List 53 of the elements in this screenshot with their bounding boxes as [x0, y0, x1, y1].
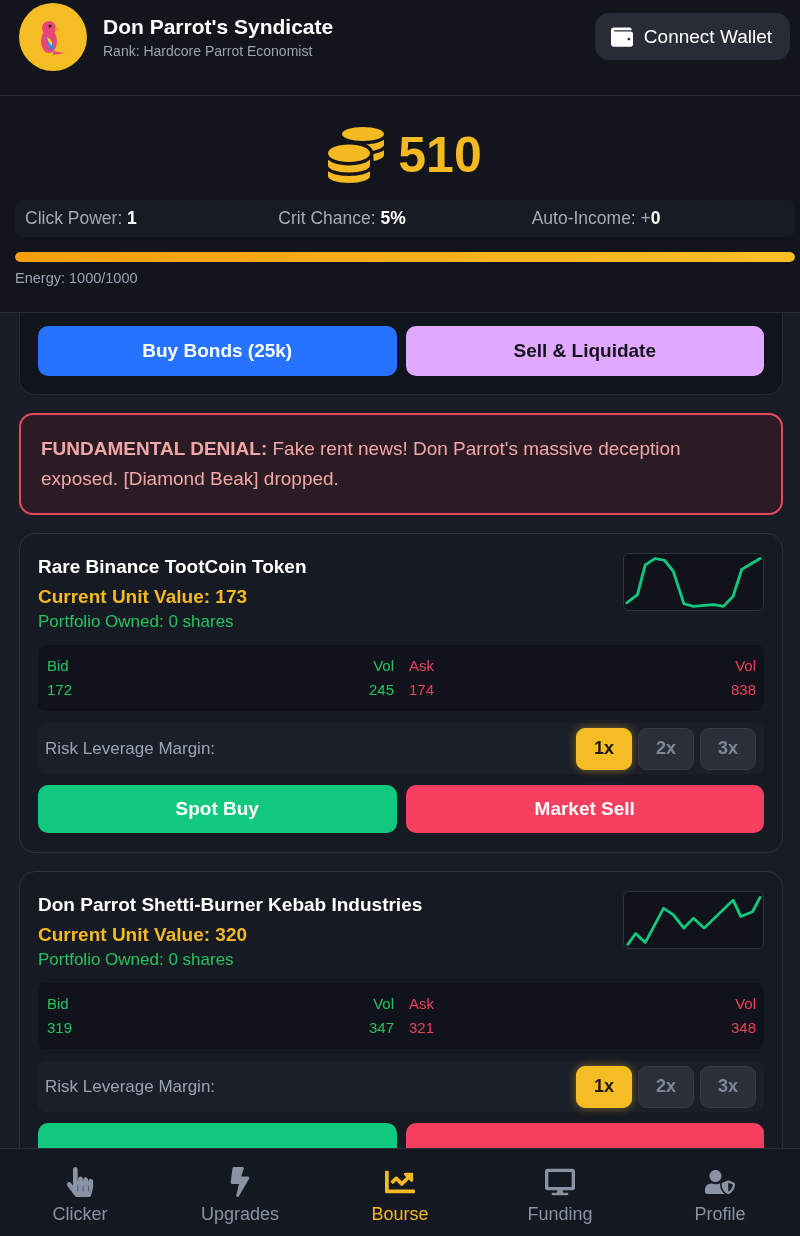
bid-volume-header: Vol — [373, 656, 394, 674]
ask-header: Ask — [409, 656, 434, 674]
bid-volume: 347 — [368, 1018, 394, 1036]
ask-header: Ask — [409, 994, 434, 1012]
ask-volume-header: Vol — [735, 994, 756, 1012]
leverage-button[interactable]: 2x — [638, 1065, 694, 1108]
stat-text: Click Power: 1 — [25, 208, 137, 228]
portfolio-owned: Portfolio Owned: 0 shares — [38, 950, 234, 970]
ask-volume: 348 — [730, 1018, 756, 1036]
leverage-button[interactable]: 2x — [638, 727, 694, 770]
alert-text: FUNDAMENTAL DENIAL: Fake rent news! Don Parrot's massive deception exposed. [Diamond Beak] dropped. — [41, 438, 681, 489]
market-sell-button[interactable]: Market Sell — [405, 785, 764, 833]
bid-price: 172 — [47, 680, 73, 698]
stock-name: Rare Binance TootCoin Token — [38, 555, 307, 579]
ask-volume: 838 — [730, 680, 756, 698]
rank-subtitle: Rank: Hardcore Parrot Economist — [103, 42, 314, 61]
nav-tab[interactable]: Upgrades — [160, 1149, 320, 1236]
portfolio-owned: Portfolio Owned: 0 shares — [38, 612, 234, 632]
leverage-button[interactable]: 3x — [700, 727, 756, 770]
wallet-icon — [610, 25, 633, 48]
user-shield-icon — [705, 1167, 735, 1197]
syndicate-title: Don Parrot's Syndicate — [103, 14, 334, 40]
connect-wallet-button[interactable]: Connect Wallet — [594, 13, 790, 60]
leverage-label: Risk Leverage Margin: — [45, 738, 216, 759]
hand-pointer-icon — [65, 1167, 95, 1197]
nav-tab[interactable]: Clicker — [0, 1149, 160, 1236]
bid-header: Bid — [47, 656, 69, 674]
ask-price: 174 — [409, 680, 435, 698]
ask-price: 321 — [409, 1018, 435, 1036]
unit-value: Current Unit Value: 320 — [38, 923, 248, 947]
leverage-label: Risk Leverage Margin: — [45, 1076, 216, 1097]
unit-value: Current Unit Value: 173 — [38, 585, 248, 609]
coins-icon — [328, 127, 385, 183]
energy-label: Energy: 1000/1000 — [15, 269, 138, 287]
parrot-avatar-icon — [19, 3, 87, 71]
leverage-button[interactable]: 1x — [576, 727, 632, 770]
stat-text: Crit Chance: 5% — [278, 208, 406, 228]
ask-volume-header: Vol — [735, 656, 756, 674]
sell-liquidate-button[interactable]: Sell & Liquidate — [405, 326, 764, 376]
stock-name: Don Parrot Shetti-Burner Kebab Industries — [38, 893, 423, 917]
bid-volume: 245 — [368, 680, 394, 698]
bid-header: Bid — [47, 994, 69, 1012]
nav-tab[interactable]: Profile — [640, 1149, 800, 1236]
bid-volume-header: Vol — [373, 994, 394, 1012]
bid-price: 319 — [47, 1018, 73, 1036]
stat-text: Auto-Income: +0 — [531, 208, 661, 228]
buy-bonds-button[interactable]: Buy Bonds (25k) — [38, 326, 397, 376]
leverage-button[interactable]: 1x — [576, 1065, 632, 1108]
monitor-icon — [545, 1167, 575, 1197]
coin-balance: 510 — [398, 126, 482, 184]
leverage-button[interactable]: 3x — [700, 1065, 756, 1108]
nav-tab[interactable]: Bourse — [320, 1149, 480, 1236]
nav-tab[interactable]: Funding — [480, 1149, 640, 1236]
